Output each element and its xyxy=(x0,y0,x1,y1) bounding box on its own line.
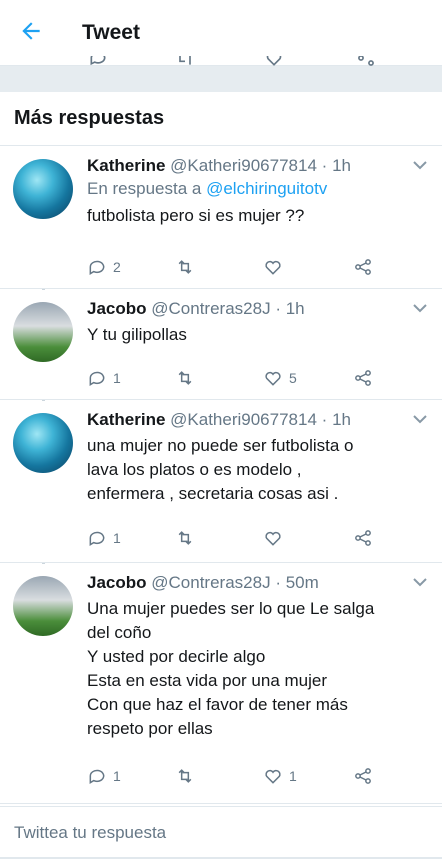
page-title: Tweet xyxy=(82,21,140,44)
back-arrow-icon[interactable] xyxy=(18,18,44,44)
share-button[interactable] xyxy=(353,255,373,279)
share-icon xyxy=(355,768,371,784)
retweet-icon xyxy=(178,769,192,783)
like-count: 5 xyxy=(289,370,297,386)
avatar[interactable] xyxy=(13,576,73,636)
author-handle: @Katheri90677814 xyxy=(170,410,317,429)
chevron-down-icon[interactable] xyxy=(412,576,428,588)
author-handle: @Contreras28J xyxy=(151,573,271,592)
like-button[interactable] xyxy=(263,526,283,550)
reply-count: 1 xyxy=(113,768,121,784)
reply-button[interactable]: 1 xyxy=(87,526,121,550)
retweet-icon xyxy=(178,260,192,274)
heart-icon xyxy=(265,371,281,386)
reply-tweet[interactable]: Jacobo @Contreras28J · 1h Y tu gilipolla… xyxy=(0,290,442,400)
reply-count: 1 xyxy=(113,370,121,386)
tweet-actions: 1 5 xyxy=(87,366,387,390)
heart-icon xyxy=(265,260,281,275)
tweet-text: futbolista pero si es mujer ?? xyxy=(87,206,305,225)
tweet-text: Una mujer puedes ser lo que Le salga del… xyxy=(87,599,375,738)
reply-icon xyxy=(89,371,105,387)
share-icon xyxy=(355,370,371,386)
retweet-button[interactable] xyxy=(175,526,195,550)
tweet-actions: 1 1 xyxy=(87,764,387,788)
reply-icon xyxy=(89,260,105,276)
share-button[interactable] xyxy=(353,366,373,390)
timestamp: 1h xyxy=(332,156,351,175)
like-count: 1 xyxy=(289,768,297,784)
reply-input[interactable]: Twittea tu respuesta xyxy=(14,823,166,843)
retweet-icon xyxy=(178,531,192,545)
retweet-button[interactable] xyxy=(175,255,195,279)
share-button[interactable] xyxy=(353,526,373,550)
like-button[interactable]: 5 xyxy=(263,366,297,390)
timestamp: 50m xyxy=(285,573,319,592)
reply-tweet[interactable]: Katherine @Katheri90677814 · 1h una muje… xyxy=(0,401,442,563)
reply-button[interactable]: 1 xyxy=(87,764,121,788)
heart-icon xyxy=(265,531,281,546)
reply-icon xyxy=(89,769,105,785)
author-name[interactable]: Katherine xyxy=(87,156,165,175)
reply-composer[interactable]: Twittea tu respuesta xyxy=(0,806,442,859)
section-divider xyxy=(0,66,442,92)
top-bar: Tweet xyxy=(0,0,442,66)
reply-button[interactable]: 2 xyxy=(87,255,121,279)
tweet-actions: 1 xyxy=(87,526,387,550)
heart-icon xyxy=(265,769,281,784)
avatar[interactable] xyxy=(13,302,73,362)
like-button[interactable] xyxy=(263,255,283,279)
avatar[interactable] xyxy=(13,159,73,219)
section-header: Más respuestas xyxy=(0,92,442,146)
chevron-down-icon[interactable] xyxy=(412,159,428,171)
like-button[interactable]: 1 xyxy=(263,764,297,788)
reply-count: 2 xyxy=(113,259,121,275)
retweet-button[interactable] xyxy=(175,764,195,788)
retweet-icon xyxy=(178,371,192,385)
chevron-down-icon[interactable] xyxy=(412,302,428,314)
timestamp: 1h xyxy=(285,299,305,318)
author-name[interactable]: Katherine xyxy=(87,410,165,429)
share-icon xyxy=(355,259,371,275)
reply-button[interactable]: 1 xyxy=(87,366,121,390)
retweet-button[interactable] xyxy=(175,366,195,390)
tweet-text: una mujer no puede ser futbolista o lava… xyxy=(87,436,354,503)
reply-context: En respuesta a @elchiringuitotv xyxy=(87,179,328,198)
share-icon xyxy=(355,530,371,546)
reply-tweet[interactable]: Jacobo @Contreras28J · 50m Una mujer pue… xyxy=(0,564,442,804)
share-button[interactable] xyxy=(353,764,373,788)
tweet-actions: 2 xyxy=(87,255,387,279)
author-name[interactable]: Jacobo xyxy=(87,573,147,592)
author-name[interactable]: Jacobo xyxy=(87,299,147,318)
author-handle: @Contreras28J xyxy=(151,299,271,318)
author-handle: @Katheri90677814 xyxy=(170,156,317,175)
chevron-down-icon[interactable] xyxy=(412,413,428,425)
mention-link[interactable]: @elchiringuitotv xyxy=(206,179,327,198)
section-title: Más respuestas xyxy=(14,107,165,129)
reply-count: 1 xyxy=(113,530,121,546)
avatar[interactable] xyxy=(13,413,73,473)
reply-tweet[interactable]: Katherine @Katheri90677814 · 1h En respu… xyxy=(0,147,442,289)
tweet-text: Y tu gilipollas xyxy=(87,325,187,344)
timestamp: 1h xyxy=(332,410,351,429)
reply-icon xyxy=(89,531,105,547)
